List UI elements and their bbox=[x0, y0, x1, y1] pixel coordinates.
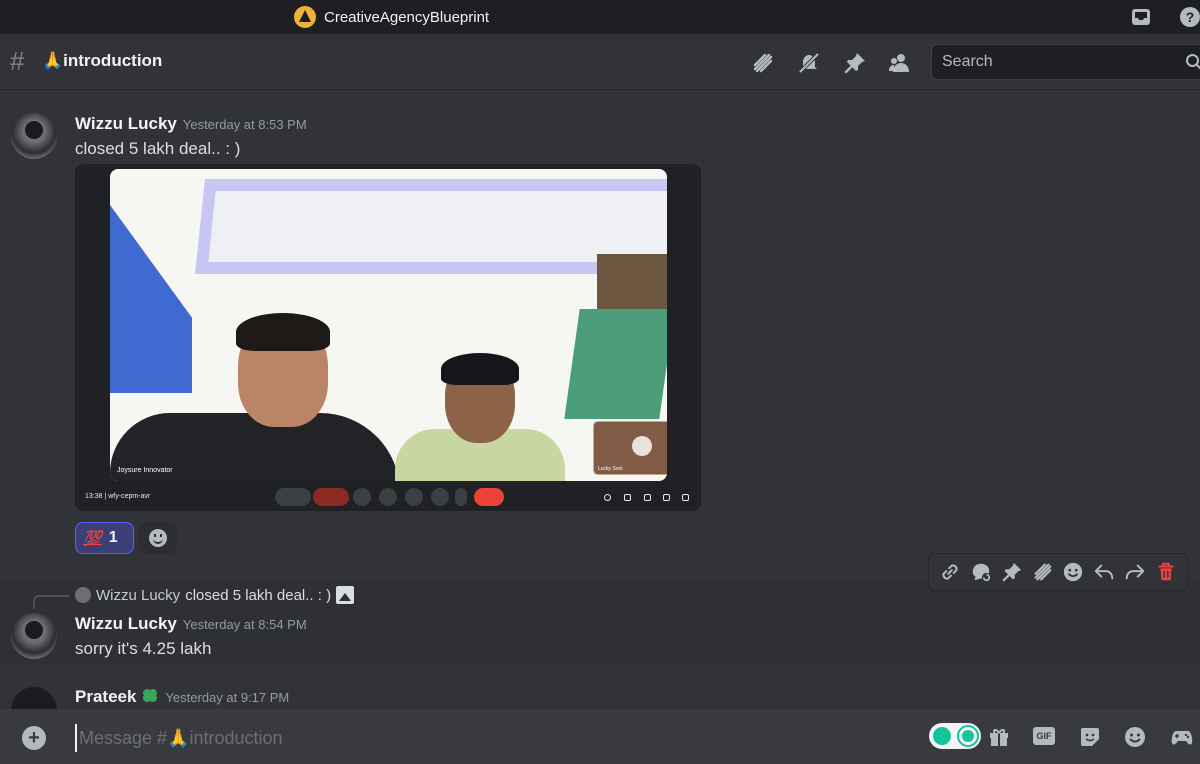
sticker-icon[interactable] bbox=[1078, 725, 1102, 749]
meeting-controls-bar: 13:38 | wfy-cepm-avr bbox=[75, 484, 701, 511]
message-timestamp: Yesterday at 8:53 PM bbox=[182, 117, 307, 132]
author-name[interactable]: Prateek bbox=[75, 687, 136, 706]
search-icon[interactable] bbox=[1185, 53, 1200, 71]
server-name: CreativeAgencyBlueprint bbox=[324, 8, 490, 26]
add-reaction-button[interactable] bbox=[139, 522, 177, 554]
avatar[interactable] bbox=[11, 613, 57, 659]
avatar[interactable] bbox=[11, 687, 57, 709]
gift-icon[interactable] bbox=[987, 725, 1011, 749]
author-name[interactable]: Wizzu Lucky bbox=[75, 614, 177, 633]
emoji-control-icon bbox=[379, 488, 397, 506]
message-header: Wizzu Lucky Yesterday at 8:54 PM bbox=[75, 614, 307, 634]
message: Wizzu Lucky Yesterday at 8:54 PM sorry it… bbox=[0, 612, 1200, 664]
message-timestamp: Yesterday at 8:54 PM bbox=[182, 617, 307, 632]
add-attachment-icon[interactable]: + bbox=[22, 726, 46, 750]
hundred-points-icon: 💯 bbox=[83, 530, 102, 547]
self-name-label: Lucky Soni bbox=[598, 466, 623, 472]
title-bar: CreativeAgencyBlueprint ? bbox=[0, 0, 1200, 34]
inbox-icon[interactable] bbox=[1131, 7, 1151, 27]
clover-icon bbox=[143, 689, 158, 702]
host-controls-icon bbox=[682, 494, 689, 501]
threads-icon[interactable] bbox=[751, 51, 775, 75]
meeting-video-frame: Joysure Innovator Lucky Soni bbox=[110, 169, 667, 481]
message-content: sorry it's 4.25 lakh bbox=[75, 639, 212, 658]
copy-link-icon[interactable] bbox=[939, 561, 961, 583]
meeting-time-label: 13:38 | wfy-cepm-avr bbox=[85, 493, 151, 500]
participant-hair bbox=[236, 313, 330, 351]
channel-name: 🙏introduction bbox=[42, 51, 163, 70]
banner-shape bbox=[564, 309, 667, 419]
message-header: Prateek Yesterday at 9:17 PM bbox=[75, 687, 289, 707]
image-icon bbox=[336, 586, 355, 604]
grammarly-assist-icon bbox=[933, 727, 951, 745]
reply-author: Wizzu Lucky bbox=[96, 586, 181, 604]
participant-hair bbox=[441, 353, 519, 385]
reaction-button[interactable]: 💯 1 bbox=[75, 522, 134, 554]
people-control-icon bbox=[624, 494, 631, 501]
forward-icon[interactable] bbox=[1124, 561, 1146, 583]
message-input[interactable] bbox=[75, 724, 715, 752]
delete-icon[interactable] bbox=[1155, 561, 1177, 583]
activities-control-icon bbox=[663, 494, 670, 501]
self-avatar bbox=[632, 436, 652, 456]
search-input[interactable] bbox=[932, 45, 1172, 79]
image-attachment[interactable]: Joysure Innovator Lucky Soni 13:38 | wfy… bbox=[75, 164, 701, 511]
meeting-code: wfy-cepm-avr bbox=[108, 493, 151, 500]
meeting-time: 13:38 bbox=[85, 493, 103, 500]
more-options-control-icon bbox=[455, 488, 467, 506]
message-composer: + GIF bbox=[0, 709, 1200, 764]
activity-icon[interactable] bbox=[1170, 725, 1194, 749]
members-icon[interactable] bbox=[888, 51, 912, 75]
emoji-icon[interactable] bbox=[1123, 725, 1147, 749]
server-title: CreativeAgencyBlueprint bbox=[294, 6, 489, 28]
message-content: closed 5 lakh deal.. : ) bbox=[75, 139, 241, 158]
add-reaction-icon bbox=[149, 529, 167, 547]
reaction-count: 1 bbox=[108, 529, 118, 546]
grammarly-logo-icon bbox=[959, 727, 977, 745]
gif-icon[interactable]: GIF bbox=[1033, 727, 1055, 745]
message-header: Wizzu Lucky Yesterday at 8:53 PM bbox=[75, 114, 307, 134]
reply-icon[interactable] bbox=[1093, 561, 1115, 583]
reply-spine bbox=[33, 595, 69, 609]
threads-icon[interactable] bbox=[1032, 561, 1054, 583]
avatar[interactable] bbox=[11, 113, 57, 159]
captions-control-icon bbox=[405, 488, 423, 506]
reply-avatar bbox=[75, 587, 91, 603]
grammarly-icon[interactable] bbox=[929, 723, 981, 749]
search-box[interactable] bbox=[931, 44, 1200, 80]
message-timestamp: Yesterday at 9:17 PM bbox=[165, 690, 290, 705]
add-reaction-icon[interactable] bbox=[1062, 561, 1084, 583]
chat-control-icon bbox=[644, 494, 651, 501]
present-control-icon bbox=[353, 488, 371, 506]
mic-control-icon bbox=[275, 488, 311, 506]
participant-figure bbox=[110, 313, 400, 481]
pin-icon[interactable] bbox=[1001, 561, 1023, 583]
info-control-icon bbox=[604, 494, 611, 501]
thread-reply-icon[interactable] bbox=[970, 561, 992, 583]
participant-figure bbox=[395, 353, 565, 481]
hangup-control-icon bbox=[474, 488, 504, 506]
camera-control-icon bbox=[313, 488, 349, 506]
pin-icon[interactable] bbox=[843, 51, 867, 75]
reply-reference[interactable]: Wizzu Lucky closed 5 lakh deal.. : ) bbox=[75, 586, 355, 604]
channel-hash-icon: # bbox=[10, 46, 25, 76]
notification-muted-icon[interactable] bbox=[797, 51, 821, 75]
self-view-tile: Lucky Soni bbox=[593, 421, 667, 475]
help-icon[interactable]: ? bbox=[1180, 7, 1200, 27]
reply-text: closed 5 lakh deal.. : ) bbox=[185, 586, 332, 604]
message-actions-toolbar bbox=[928, 553, 1188, 591]
raise-hand-control-icon bbox=[431, 488, 449, 506]
server-logo-icon bbox=[294, 6, 316, 28]
channel-header: # 🙏introduction bbox=[0, 34, 1200, 90]
participant-name-label: Joysure Innovator bbox=[117, 467, 173, 474]
author-name[interactable]: Wizzu Lucky bbox=[75, 114, 177, 133]
message: Prateek Yesterday at 9:17 PM bbox=[0, 686, 1200, 709]
